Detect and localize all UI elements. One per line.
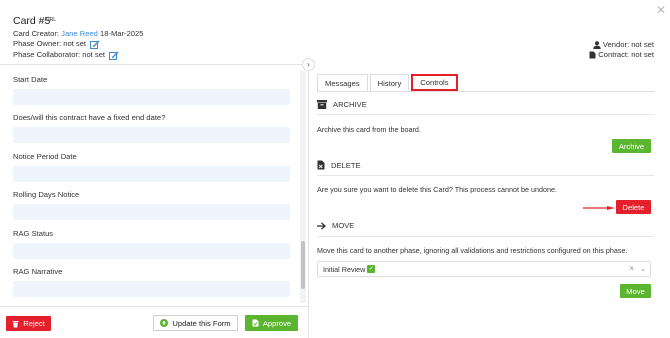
chevron-down-icon[interactable]: ⌄: [640, 265, 646, 273]
update-form-label: Update this Form: [172, 318, 231, 328]
fixed-end-date-input[interactable]: [13, 127, 290, 143]
field-label: Start Date: [13, 75, 48, 84]
delete-description: Are you sure you want to delete this Car…: [317, 185, 557, 194]
rolling-days-notice-input[interactable]: [13, 204, 290, 220]
tab-history[interactable]: History: [369, 74, 410, 91]
phase-select[interactable]: Initial Review ✓ × ⌄: [317, 261, 651, 277]
card-creator: Card Creator: Jane Reed 18-Mar-2025: [13, 29, 143, 38]
field-label: RAG Narrative: [13, 267, 63, 276]
field-label: Does/will this contract have a fixed end…: [13, 113, 166, 122]
rag-narrative-input[interactable]: [13, 281, 290, 297]
form-footer: Reject Update this Form Approve: [0, 306, 309, 338]
close-icon[interactable]: ✕: [656, 4, 666, 16]
arrow-right-icon: [317, 221, 326, 230]
phase-select-value: Initial Review: [323, 264, 366, 274]
section-divider: [317, 236, 654, 237]
collapse-pane-chevron-icon[interactable]: ›: [302, 58, 315, 71]
delete-section-heading: DELETE: [317, 160, 361, 170]
update-form-button[interactable]: Update this Form: [153, 315, 238, 331]
card-creator-label: Card Creator:: [13, 29, 60, 38]
vendor-text: Vendor: not set: [602, 40, 654, 49]
edit-collaborator-icon[interactable]: [109, 51, 119, 60]
phase-collaborator-text: Phase Collaborator: not set: [13, 50, 106, 59]
edit-owner-icon[interactable]: [90, 40, 100, 49]
annotation-arrow-icon: [583, 206, 615, 210]
move-section-heading: MOVE: [317, 221, 354, 230]
document-icon: [589, 51, 596, 58]
archive-heading: ARCHIVE: [333, 100, 367, 109]
start-date-input[interactable]: [13, 89, 290, 105]
form-pane: Start Date Does/will this contract have …: [0, 64, 309, 306]
vendor-info: Vendor: not set: [593, 40, 654, 49]
phase-collaborator: Phase Collaborator: not set: [13, 50, 119, 60]
contract-text: Contract: not set: [598, 50, 654, 59]
approve-label: Approve: [262, 318, 292, 328]
user-icon: [593, 40, 601, 49]
archive-button[interactable]: Archive: [612, 139, 651, 153]
phase-owner-text: Phase Owner: not set: [13, 39, 87, 48]
notice-period-date-input[interactable]: [13, 166, 290, 182]
url-badge[interactable]: URL: [46, 17, 56, 23]
trash-icon: [12, 320, 19, 327]
phase-owner: Phase Owner: not set: [13, 39, 100, 49]
check-icon: ✓: [367, 265, 376, 273]
section-divider: [317, 175, 654, 176]
tab-bar: Messages History Controls: [317, 74, 460, 91]
field-label: Rolling Days Notice: [13, 190, 80, 199]
scrollbar-thumb[interactable]: [301, 241, 305, 289]
reject-label: Reject: [23, 319, 45, 328]
move-description: Move this card to another phase, ignorin…: [317, 246, 628, 255]
document-check-icon: [252, 319, 259, 327]
upload-circle-icon: [160, 319, 169, 327]
field-label: RAG Status: [13, 229, 54, 238]
clear-icon[interactable]: ×: [629, 264, 634, 273]
delete-document-icon: [317, 160, 325, 170]
card-creator-name[interactable]: Jane Reed: [61, 29, 98, 38]
approve-button[interactable]: Approve: [245, 315, 298, 331]
reject-button[interactable]: Reject: [6, 316, 51, 331]
card-title: Card #5: [13, 15, 51, 27]
archive-description: Archive this card from the board.: [317, 125, 421, 134]
move-button[interactable]: Move: [620, 284, 651, 298]
tab-divider: [317, 91, 654, 92]
rag-status-input[interactable]: [13, 243, 290, 259]
delete-button[interactable]: Delete: [616, 200, 651, 214]
card-creator-date: 18-Mar-2025: [100, 29, 144, 38]
archive-icon: [317, 100, 327, 109]
archive-section-heading: ARCHIVE: [317, 100, 367, 109]
move-heading: MOVE: [332, 221, 355, 230]
contract-info: Contract: not set: [589, 50, 654, 59]
tab-messages[interactable]: Messages: [317, 74, 368, 91]
field-label: Notice Period Date: [13, 152, 77, 161]
section-divider: [317, 114, 654, 115]
tab-controls[interactable]: Controls: [411, 74, 458, 91]
delete-heading: DELETE: [331, 160, 361, 170]
